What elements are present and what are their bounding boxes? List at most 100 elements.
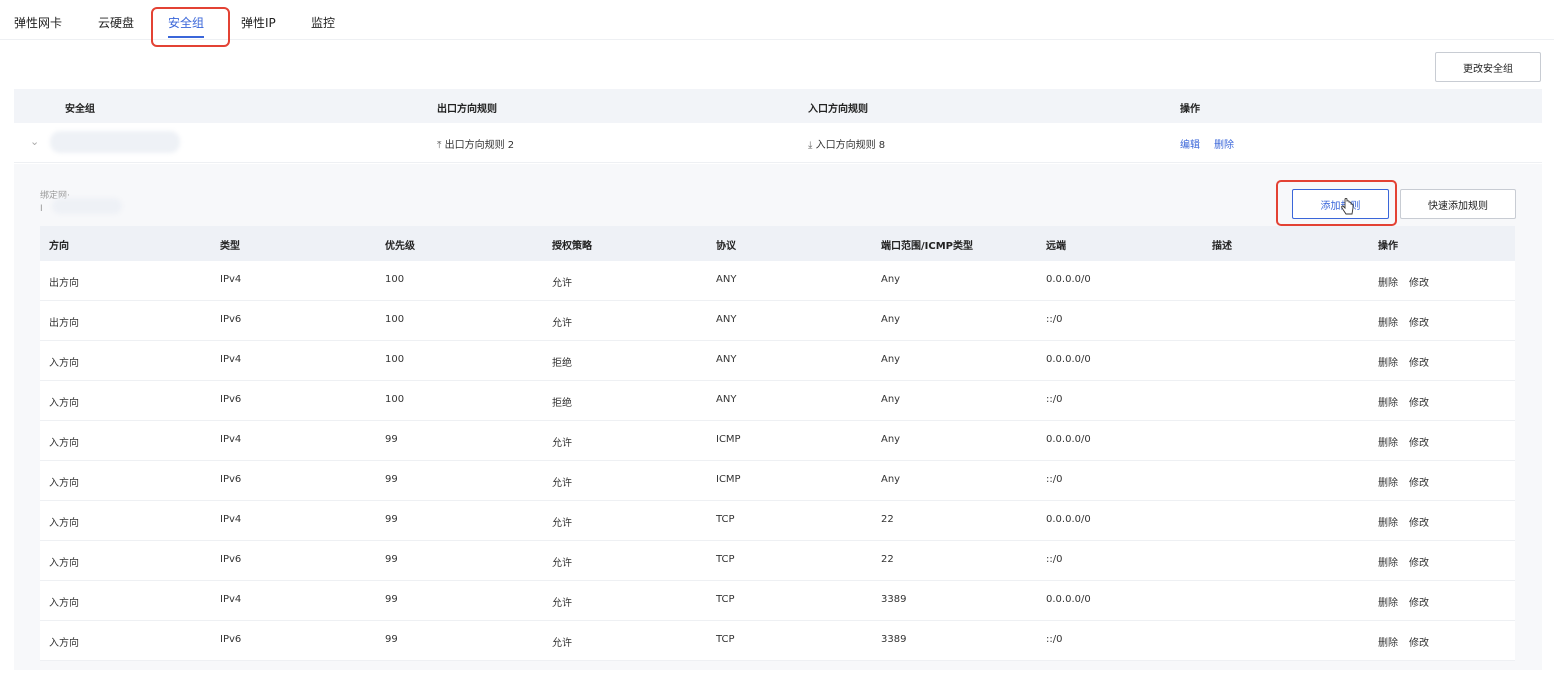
- rule-modify-link[interactable]: 修改: [1409, 354, 1429, 369]
- rule-direction: 入方向: [49, 558, 79, 569]
- rule-type: IPv4: [220, 514, 242, 525]
- rule-direction: 出方向: [49, 318, 79, 329]
- rule-port-range: Any: [881, 314, 901, 325]
- rule-type: IPv6: [220, 314, 242, 325]
- rule-type: IPv6: [220, 634, 242, 645]
- sg-table-header: 安全组 出口方向规则 入口方向规则 操作: [14, 89, 1542, 123]
- sg-egress-cell: ⤒ 出口方向规则 2: [437, 136, 514, 151]
- change-security-group-button[interactable]: 更改安全组: [1435, 52, 1541, 82]
- rule-protocol: TCP: [716, 594, 735, 605]
- sg-delete-link[interactable]: 删除: [1214, 136, 1234, 151]
- rule-delete-link[interactable]: 删除: [1378, 634, 1398, 649]
- rule-row: 出方向 IPv4 100 允许 ANY Any 0.0.0.0/0 删除 修改: [40, 261, 1515, 301]
- rule-port-range: 3389: [881, 634, 907, 645]
- rule-direction: 入方向: [49, 518, 79, 529]
- tab-elastic-nic[interactable]: 弹性网卡: [14, 14, 62, 31]
- rule-remote: 0.0.0.0/0: [1046, 354, 1091, 365]
- rule-delete-link[interactable]: 删除: [1378, 274, 1398, 289]
- rule-modify-link[interactable]: 修改: [1409, 434, 1429, 449]
- rule-modify-link[interactable]: 修改: [1409, 514, 1429, 529]
- rule-policy: 允许: [552, 558, 572, 569]
- rule-modify-link[interactable]: 修改: [1409, 314, 1429, 329]
- rule-port-range: Any: [881, 474, 901, 485]
- rule-policy: 拒绝: [552, 358, 572, 369]
- rule-type: IPv4: [220, 274, 242, 285]
- rule-direction: 入方向: [49, 638, 79, 649]
- rule-direction: 入方向: [49, 478, 79, 489]
- rule-protocol: ICMP: [716, 434, 741, 445]
- sg-name-redacted: [50, 131, 180, 153]
- sg-header-ingress: 入口方向规则: [808, 104, 868, 115]
- rule-policy: 允许: [552, 598, 572, 609]
- rule-direction: 入方向: [49, 358, 79, 369]
- rule-type: IPv6: [220, 394, 242, 405]
- bound-nic-redacted: [52, 198, 122, 214]
- rules-header-type: 类型: [220, 241, 240, 252]
- rules-table-header: 方向 类型 优先级 授权策略 协议 端口范围/ICMP类型 远端 描述 操作: [40, 226, 1515, 261]
- rule-port-range: Any: [881, 354, 901, 365]
- tab-monitoring[interactable]: 监控: [311, 14, 335, 31]
- rule-modify-link[interactable]: 修改: [1409, 274, 1429, 289]
- rule-priority: 100: [385, 314, 405, 325]
- rule-modify-link[interactable]: 修改: [1409, 594, 1429, 609]
- rules-header-protocol: 协议: [716, 241, 736, 252]
- rule-type: IPv4: [220, 594, 242, 605]
- tab-cloud-disk[interactable]: 云硬盘: [98, 14, 134, 31]
- rule-policy: 允许: [552, 278, 572, 289]
- rule-delete-link[interactable]: 删除: [1378, 354, 1398, 369]
- rules-header-priority: 优先级: [385, 241, 415, 252]
- tab-bar: 弹性网卡 云硬盘 安全组 弹性IP 监控: [0, 0, 1554, 40]
- rule-row: 入方向 IPv4 99 允许 TCP 22 0.0.0.0/0 删除 修改: [40, 501, 1515, 541]
- rule-priority: 99: [385, 634, 398, 645]
- rule-modify-link[interactable]: 修改: [1409, 554, 1429, 569]
- rule-policy: 允许: [552, 638, 572, 649]
- rule-row: 入方向 IPv6 100 拒绝 ANY Any::/0 删除 修改: [40, 381, 1515, 421]
- sg-header-egress: 出口方向规则: [437, 104, 497, 115]
- rule-modify-link[interactable]: 修改: [1409, 634, 1429, 649]
- rule-delete-link[interactable]: 删除: [1378, 394, 1398, 409]
- rule-delete-link[interactable]: 删除: [1378, 434, 1398, 449]
- rule-delete-link[interactable]: 删除: [1378, 314, 1398, 329]
- rule-protocol: ICMP: [716, 474, 741, 485]
- rule-row: 入方向 IPv4 99 允许 TCP 3389 0.0.0.0/0 删除 修改: [40, 581, 1515, 621]
- rule-priority: 99: [385, 474, 398, 485]
- rule-type: IPv4: [220, 434, 242, 445]
- rules-header-actions: 操作: [1378, 241, 1398, 252]
- rule-modify-link[interactable]: 修改: [1409, 474, 1429, 489]
- rule-priority: 100: [385, 394, 405, 405]
- rules-header-policy: 授权策略: [552, 241, 592, 252]
- sg-edit-link[interactable]: 编辑: [1180, 136, 1200, 151]
- rule-port-range: 22: [881, 514, 894, 525]
- rule-remote: 0.0.0.0/0: [1046, 434, 1091, 445]
- rule-delete-link[interactable]: 删除: [1378, 594, 1398, 609]
- rule-remote: ::/0: [1046, 474, 1063, 485]
- tab-security-group[interactable]: 安全组: [168, 14, 204, 31]
- rule-type: IPv4: [220, 354, 242, 365]
- rule-delete-link[interactable]: 删除: [1378, 474, 1398, 489]
- rule-priority: 99: [385, 554, 398, 565]
- quick-add-rule-button[interactable]: 快速添加规则: [1400, 189, 1516, 219]
- rule-remote: ::/0: [1046, 554, 1063, 565]
- rule-row: 入方向 IPv6 99 允许 ICMP Any::/0 删除 修改: [40, 461, 1515, 501]
- rule-port-range: Any: [881, 274, 901, 285]
- rule-protocol: ANY: [716, 274, 737, 285]
- rules-header-port: 端口范围/ICMP类型: [881, 241, 973, 252]
- rule-protocol: TCP: [716, 554, 735, 565]
- rule-remote: ::/0: [1046, 394, 1063, 405]
- rules-header-direction: 方向: [49, 241, 69, 252]
- sg-header-name: 安全组: [65, 104, 95, 115]
- rule-modify-link[interactable]: 修改: [1409, 394, 1429, 409]
- rule-delete-link[interactable]: 删除: [1378, 514, 1398, 529]
- sg-ingress-text: 入口方向规则 8: [815, 140, 886, 151]
- rule-priority: 99: [385, 594, 398, 605]
- tab-elastic-ip[interactable]: 弹性IP: [241, 14, 276, 31]
- bound-nic-sub: I: [40, 204, 43, 214]
- rule-delete-link[interactable]: 删除: [1378, 554, 1398, 569]
- rule-protocol: TCP: [716, 634, 735, 645]
- rule-port-range: 22: [881, 554, 894, 565]
- sg-egress-text: 出口方向规则 2: [444, 140, 515, 151]
- rule-row: 入方向 IPv6 99 允许 TCP 22::/0 删除 修改: [40, 541, 1515, 581]
- rule-port-range: Any: [881, 394, 901, 405]
- chevron-down-icon[interactable]: ⌄: [30, 135, 39, 148]
- rule-remote: 0.0.0.0/0: [1046, 514, 1091, 525]
